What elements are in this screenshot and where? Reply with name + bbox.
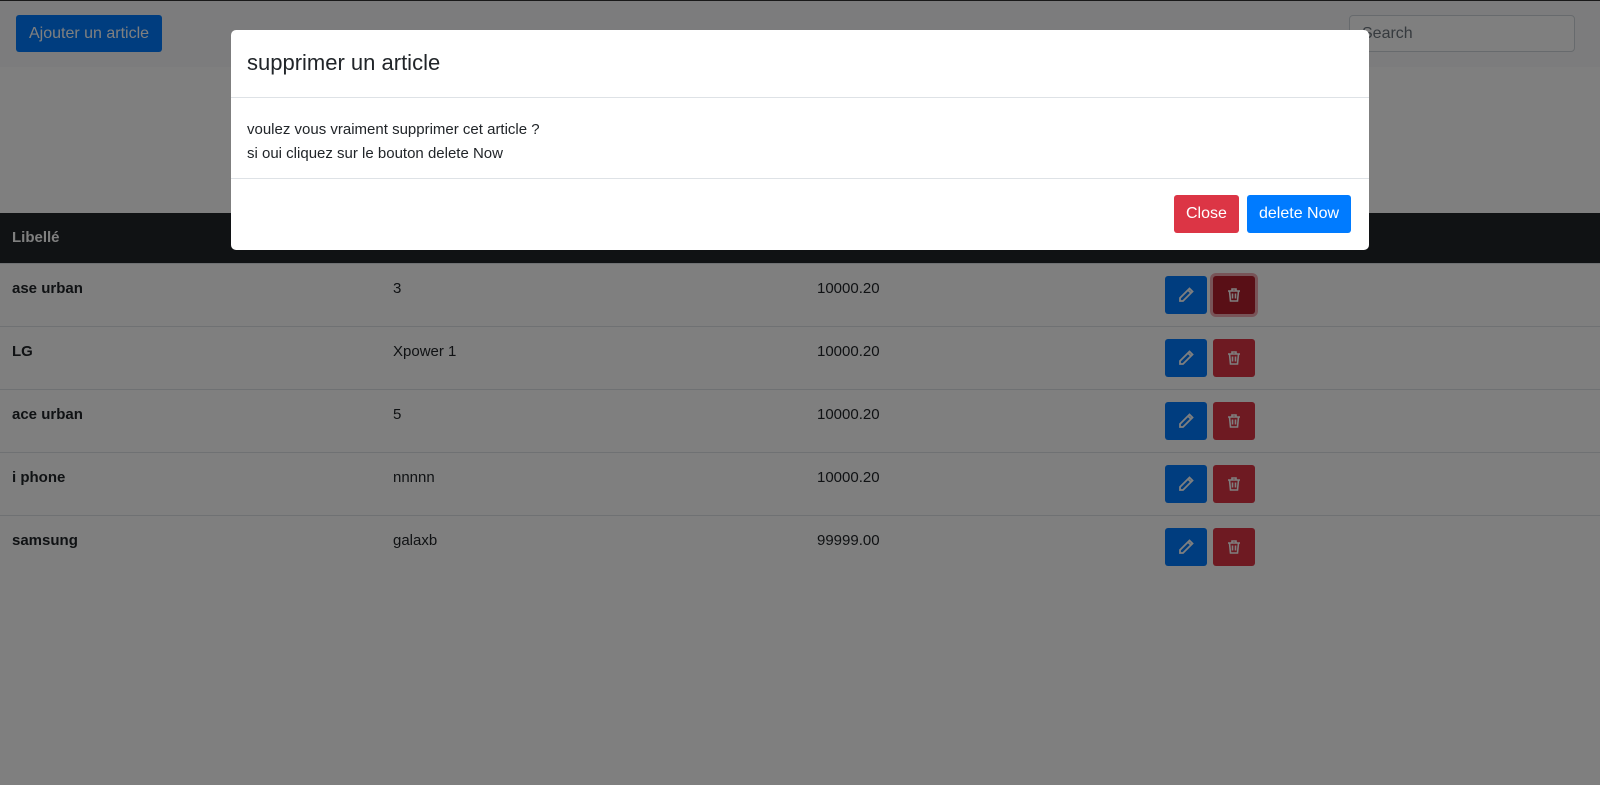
page: Ajouter un article Libellé ase urban 3 1… (0, 0, 1600, 785)
modal-footer: Close delete Now (231, 179, 1369, 249)
modal-title: supprimer un article (247, 50, 441, 75)
modal-header: supprimer un article (231, 30, 1369, 98)
delete-now-button[interactable]: delete Now (1247, 195, 1352, 233)
modal-body: voulez vous vraiment supprimer cet artic… (231, 98, 1369, 179)
delete-confirm-modal: supprimer un article voulez vous vraimen… (231, 30, 1369, 250)
close-button[interactable]: Close (1174, 195, 1239, 233)
modal-message-line-2: si oui cliquez sur le bouton delete Now (247, 145, 503, 162)
modal-message-line-1: voulez vous vraiment supprimer cet artic… (247, 121, 540, 138)
